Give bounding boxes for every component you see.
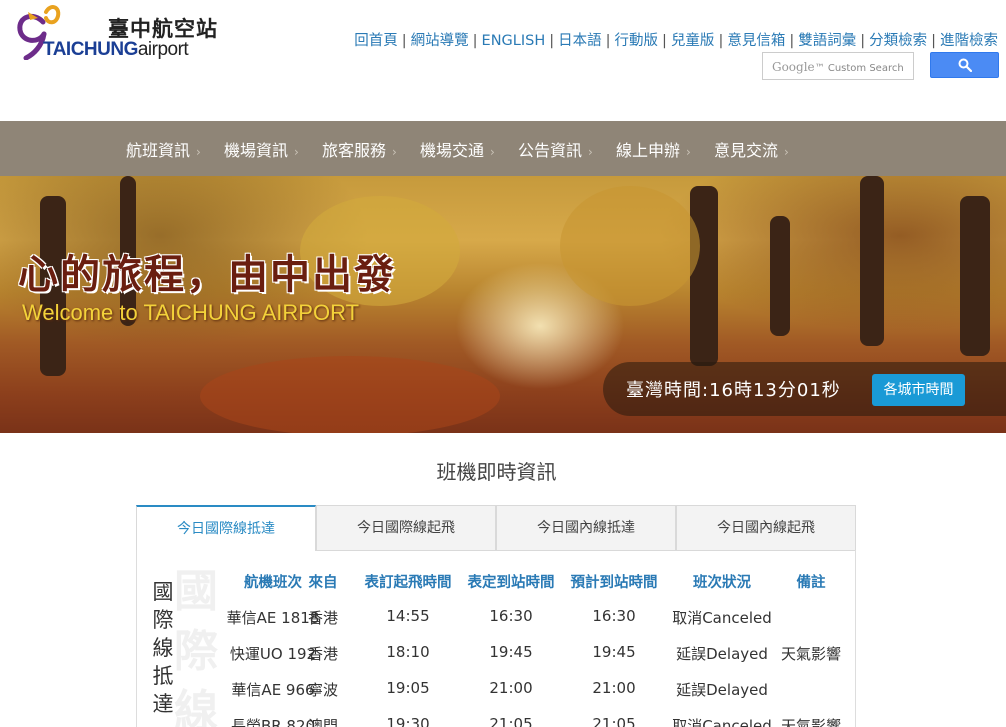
top-links: 回首頁 | 網站導覽 | ENGLISH | 日本語 | 行動版 | 兒童版 | 意見信箱 | 雙語詞彙 | 分…	[354, 33, 998, 49]
chevron-right-icon: ›	[588, 145, 593, 159]
flight-row-0-col-flight: 華信AE 1818	[226, 609, 320, 627]
flight-tabs: 今日國際線抵達 今日國際線起飛 今日國內線抵達 今日國內線起飛	[136, 505, 856, 551]
chevron-right-icon: ›	[490, 145, 495, 159]
link-glossary[interactable]: 雙語詞彙	[798, 33, 856, 49]
flight-row-2-col-from: 寧波	[307, 681, 339, 699]
col-sched-dep-header: 表訂起飛時間	[364, 575, 452, 591]
col-flight-header: 航機班次	[244, 575, 302, 591]
tab-domestic-departures[interactable]: 今日國內線起飛	[676, 505, 856, 551]
flight-row-1-col-sched-dep: 18:10	[386, 643, 430, 661]
col-est-arr-header: 預計到站時間	[570, 575, 658, 591]
flight-row-2-col-est-arr: 21:00	[592, 679, 636, 697]
flight-row-0-col-from: 香港	[307, 609, 339, 627]
logo-title-en: TAICHUNGairport	[43, 39, 189, 60]
search-button[interactable]	[930, 52, 999, 78]
link-sitemap[interactable]: 網站導覽	[411, 33, 469, 49]
flight-row-3-col-status: 取消Canceled	[672, 717, 772, 727]
link-mobile[interactable]: 行動版	[615, 33, 659, 49]
site-logo[interactable]: 臺中航空站 TAICHUNGairport	[16, 2, 226, 64]
clock-text: 臺灣時間:16時13分01秒	[626, 380, 841, 401]
link-english[interactable]: ENGLISH	[482, 33, 546, 49]
flight-row-1-col-remark: 天氣影響	[780, 645, 842, 663]
chevron-right-icon: ›	[686, 145, 691, 159]
link-advanced-search[interactable]: 進階檢索	[940, 33, 998, 49]
tab-domestic-arrivals[interactable]: 今日國內線抵達	[496, 505, 676, 551]
nav-announcements[interactable]: 公告資訊 ›	[518, 137, 593, 161]
flight-row-1-col-from: 香港	[307, 645, 339, 663]
link-feedback[interactable]: 意見信箱	[727, 33, 785, 49]
watermark: 國際線	[174, 566, 218, 727]
chevron-right-icon: ›	[196, 145, 201, 159]
flight-row-1-col-flight: 快運UO 192	[229, 645, 317, 663]
nav-online-services[interactable]: 線上申辦 ›	[616, 137, 691, 161]
flight-panel: 國際線 國際線抵達 航機班次 來自 表訂起飛時間 表定到站時間 預計到站時間 班次狀況 備註…	[136, 550, 856, 727]
flight-row-0-col-sched-dep: 14:55	[386, 607, 430, 625]
panel-side-label: 國際線抵達	[152, 580, 174, 716]
flight-row-3-col-est-arr: 21:05	[592, 715, 636, 727]
col-status-header: 班次狀況	[693, 575, 751, 591]
flight-row-3-col-flight: 長榮BR 820	[230, 717, 316, 727]
flight-row-2-col-flight: 華信AE 966	[231, 681, 315, 699]
nav-transportation[interactable]: 機場交通 ›	[420, 137, 495, 161]
section-title: 班機即時資訊	[436, 460, 557, 484]
nav-flight-info[interactable]: 航班資訊 ›	[126, 137, 201, 161]
banner-slogan-zh: 心的旅程，由中出發	[18, 252, 396, 298]
link-home[interactable]: 回首頁	[354, 33, 398, 49]
flight-row-0-col-est-arr: 16:30	[592, 607, 636, 625]
flight-row-3-col-remark: 天氣影響	[780, 717, 842, 727]
flight-row-0-col-sched-arr: 16:30	[489, 607, 533, 625]
search-placeholder: Google™ Custom Search	[772, 60, 904, 74]
flight-row-2-col-sched-arr: 21:00	[489, 679, 533, 697]
nav-feedback[interactable]: 意見交流 ›	[714, 137, 789, 161]
chevron-right-icon: ›	[392, 145, 397, 159]
flight-row-2-col-status: 延誤Delayed	[676, 681, 768, 699]
world-clock-button[interactable]: 各城市時間	[872, 374, 965, 406]
link-japanese[interactable]: 日本語	[558, 33, 602, 49]
flight-row-3-col-sched-arr: 21:05	[489, 715, 533, 727]
col-remark-header: 備註	[796, 575, 826, 591]
col-sched-arr-header: 表定到站時間	[467, 575, 555, 591]
search-icon	[958, 58, 972, 72]
chevron-right-icon: ›	[294, 145, 299, 159]
nav-airport-info[interactable]: 機場資訊 ›	[224, 137, 299, 161]
tab-intl-departures[interactable]: 今日國際線起飛	[316, 505, 496, 551]
flight-row-1-col-sched-arr: 19:45	[489, 643, 533, 661]
tab-intl-arrivals[interactable]: 今日國際線抵達	[136, 505, 316, 551]
hero-banner: 心的旅程，由中出發 Welcome to TAICHUNG AIRPORT 臺灣…	[0, 176, 1006, 433]
link-category-search[interactable]: 分類檢索	[869, 33, 927, 49]
flight-row-1-col-status: 延誤Delayed	[676, 645, 768, 663]
flight-row-3-col-from: 澳門	[307, 717, 339, 727]
main-nav: 航班資訊 › 機場資訊 › 旅客服務 › 機場交通 › 公告資訊 › 線上申辦 › 意見交流…	[0, 121, 1006, 176]
nav-passenger-services[interactable]: 旅客服務 ›	[322, 137, 397, 161]
flight-row-1-col-est-arr: 19:45	[592, 643, 636, 661]
flight-row-0-col-status: 取消Canceled	[672, 609, 772, 627]
col-from-header: 來自	[308, 575, 338, 591]
banner-slogan-en: Welcome to TAICHUNG AIRPORT	[22, 300, 360, 325]
taiwan-clock: 臺灣時間:16時13分01秒 各城市時間	[603, 362, 1006, 416]
search-input[interactable]: Google™ Custom Search	[762, 52, 914, 80]
flight-row-3-col-sched-dep: 19:30	[386, 715, 430, 727]
link-kids[interactable]: 兒童版	[671, 33, 715, 49]
chevron-right-icon: ›	[784, 145, 789, 159]
flight-row-2-col-sched-dep: 19:05	[386, 679, 430, 697]
